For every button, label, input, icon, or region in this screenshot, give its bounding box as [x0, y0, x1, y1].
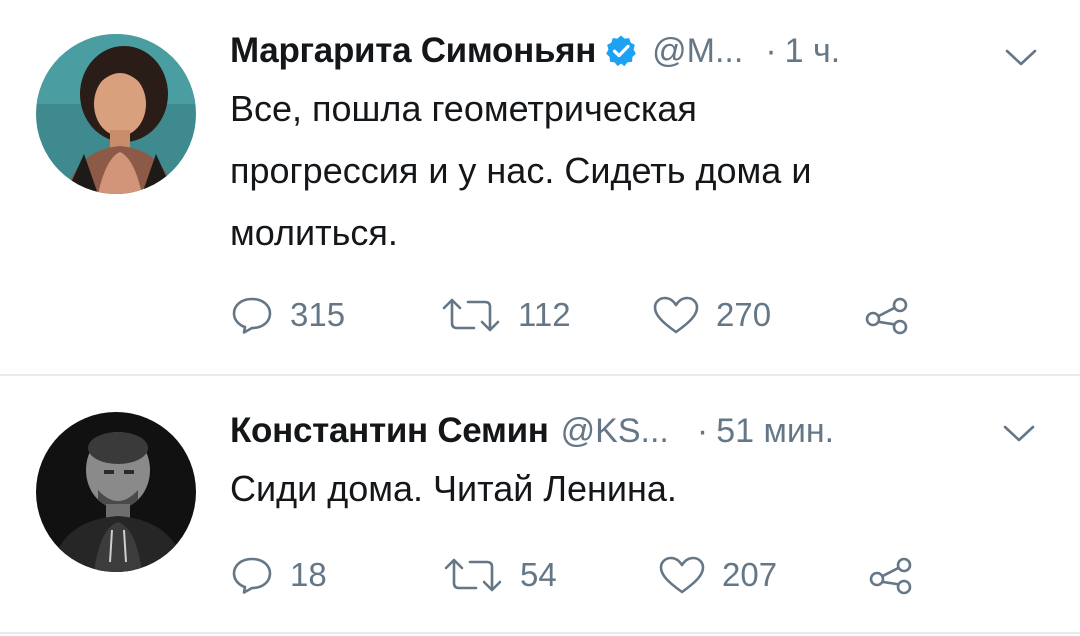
tweet-header: Константин Семин @KS... · 51 мин.: [230, 408, 834, 454]
timestamp[interactable]: 1 ч.: [785, 32, 841, 71]
tweet-text-line: прогрессия и у нас. Сидеть дома и: [230, 150, 812, 191]
share-icon: [868, 555, 914, 595]
tweet-text: Все, пошла геометрическая прогрессия и у…: [230, 78, 1030, 264]
verified-badge-icon: [604, 34, 638, 68]
tweet-text: Сиди дома. Читай Ленина.: [230, 458, 1010, 520]
like-button[interactable]: 207: [658, 550, 777, 600]
retweet-count: 112: [518, 296, 571, 333]
author-name[interactable]: Константин Семин: [230, 411, 549, 451]
reply-button[interactable]: 18: [230, 550, 327, 600]
retweet-icon: [440, 295, 502, 335]
avatar-photo: [36, 412, 196, 572]
tweet-text-line: молиться.: [230, 212, 398, 253]
reply-icon: [230, 555, 274, 595]
share-icon: [864, 295, 910, 335]
tweet-header: Маргарита Симоньян @М... · 1 ч.: [230, 28, 840, 74]
like-count: 270: [716, 296, 772, 333]
avatar[interactable]: [36, 412, 196, 572]
tweet-text-line: Все, пошла геометрическая: [230, 88, 697, 129]
share-button[interactable]: [864, 290, 910, 340]
heart-icon: [652, 295, 700, 335]
retweet-icon: [442, 555, 504, 595]
avatar[interactable]: [36, 34, 196, 194]
tweet-divider: [0, 632, 1080, 634]
reply-button[interactable]: 315: [230, 290, 345, 340]
retweet-button[interactable]: 54: [442, 550, 557, 600]
chevron-down-icon[interactable]: [1002, 424, 1036, 444]
separator-dot: ·: [696, 411, 709, 450]
separator-dot: ·: [765, 31, 777, 70]
tweet[interactable]: Маргарита Симоньян @М... · 1 ч. Все, пош…: [0, 0, 1080, 374]
author-handle[interactable]: @М...: [652, 32, 743, 71]
retweet-count: 54: [520, 556, 557, 593]
reply-count: 315: [290, 296, 346, 333]
author-name[interactable]: Маргарита Симоньян: [230, 31, 596, 71]
share-button[interactable]: [868, 550, 914, 600]
reply-icon: [230, 295, 274, 335]
avatar-photo: [36, 34, 196, 194]
timestamp[interactable]: 51 мин.: [716, 412, 834, 451]
like-button[interactable]: 270: [652, 290, 771, 340]
reply-count: 18: [290, 556, 327, 593]
retweet-button[interactable]: 112: [440, 290, 571, 340]
tweet-text-line: Сиди дома. Читай Ленина.: [230, 468, 677, 509]
heart-icon: [658, 555, 706, 595]
chevron-down-icon[interactable]: [1004, 48, 1038, 68]
like-count: 207: [722, 556, 778, 593]
author-handle[interactable]: @KS...: [561, 412, 669, 451]
tweet[interactable]: Константин Семин @KS... · 51 мин. Сиди д…: [0, 376, 1080, 636]
